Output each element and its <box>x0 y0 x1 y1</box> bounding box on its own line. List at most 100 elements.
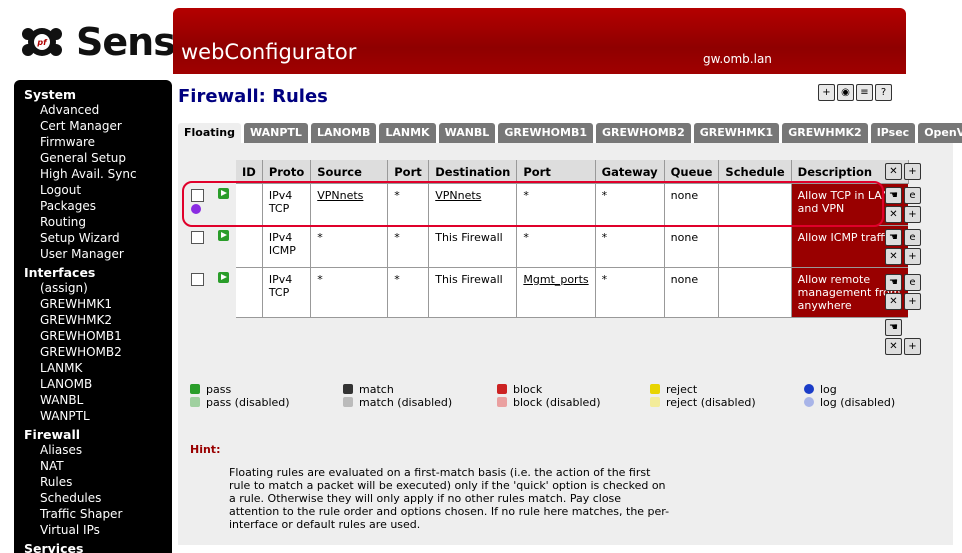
sidebar-item-assign[interactable]: (assign) <box>40 281 88 295</box>
move-rule-icon[interactable]: ☚ <box>885 274 902 291</box>
sidebar-item-grewhomb1[interactable]: GREWHOMB1 <box>40 329 122 343</box>
rule-id <box>236 225 263 268</box>
highlight-annotation <box>182 181 884 227</box>
tab-grewhomb1[interactable]: GREWHOMB1 <box>498 123 594 143</box>
add-widget-icon[interactable]: + <box>818 84 835 101</box>
app-title: webConfigurator <box>181 40 357 64</box>
col-queue: Queue <box>664 160 720 184</box>
match-disabled-icon <box>343 397 353 407</box>
sidebar-section-interfaces[interactable]: Interfaces <box>24 265 95 280</box>
move-rule-icon[interactable]: ☚ <box>885 187 902 204</box>
sidebar-item-traffic-shaper[interactable]: Traffic Shaper <box>40 507 122 521</box>
move-to-end-icon[interactable]: ☚ <box>885 319 902 336</box>
tab-lanmk[interactable]: LANMK <box>379 123 436 143</box>
rule-source: * <box>310 225 389 268</box>
tab-openvpn[interactable]: OpenVPN <box>918 123 962 143</box>
block-icon <box>497 384 507 394</box>
sidebar-item-setup-wizard[interactable]: Setup Wizard <box>40 231 120 245</box>
tab-floating[interactable]: Floating <box>178 123 241 144</box>
interface-tabs: Floating WANPTL LANOMB LANMK WANBL GREWH… <box>178 123 962 144</box>
col-destination: Destination <box>428 160 518 184</box>
sidebar-item-advanced[interactable]: Advanced <box>40 103 99 117</box>
legend-reject: reject <box>650 383 697 396</box>
reject-icon <box>650 384 660 394</box>
delete-selected-bottom-icon[interactable]: ✕ <box>885 338 902 355</box>
rule-destination: This Firewall <box>428 225 518 268</box>
add-rule-based-icon[interactable]: + <box>904 206 921 223</box>
sidebar-item-general-setup[interactable]: General Setup <box>40 151 126 165</box>
sidebar-item-packages[interactable]: Packages <box>40 199 96 213</box>
tab-grewhomb2[interactable]: GREWHOMB2 <box>596 123 691 143</box>
log-disabled-icon <box>804 397 814 407</box>
sidebar-item-logout[interactable]: Logout <box>40 183 81 197</box>
sidebar-item-nat[interactable]: NAT <box>40 459 64 473</box>
col-source: Source <box>310 160 389 184</box>
sidebar: System Advanced Cert Manager Firmware Ge… <box>14 80 172 553</box>
tab-wanbl[interactable]: WANBL <box>438 123 496 143</box>
delete-rule-icon[interactable]: ✕ <box>885 293 902 310</box>
move-rule-icon[interactable]: ☚ <box>885 229 902 246</box>
sidebar-item-lanmk[interactable]: LANMK <box>40 361 82 375</box>
sidebar-item-wanbl[interactable]: WANBL <box>40 393 83 407</box>
pass-icon <box>190 384 200 394</box>
status-icon[interactable]: ◉ <box>837 84 854 101</box>
delete-rule-icon[interactable]: ✕ <box>885 206 902 223</box>
sidebar-item-grewhomb2[interactable]: GREWHOMB2 <box>40 345 122 359</box>
sidebar-item-grewhmk2[interactable]: GREWHMK2 <box>40 313 112 327</box>
page-title: Firewall: Rules <box>178 86 328 107</box>
edit-rule-icon[interactable]: e <box>904 187 921 204</box>
edit-rule-icon[interactable]: e <box>904 274 921 291</box>
sidebar-item-lanomb[interactable]: LANOMB <box>40 377 92 391</box>
sidebar-section-firewall[interactable]: Firewall <box>24 427 80 442</box>
sidebar-item-user-manager[interactable]: User Manager <box>40 247 124 261</box>
tab-grewhmk1[interactable]: GREWHMK1 <box>693 123 780 143</box>
add-rule-based-icon[interactable]: + <box>904 293 921 310</box>
log-icon[interactable]: ≡ <box>856 84 873 101</box>
pfsense-logo: pf Sense <box>16 20 201 64</box>
sidebar-item-firmware[interactable]: Firmware <box>40 135 95 149</box>
hostname: gw.omb.lan <box>703 52 772 66</box>
rule-proto: IPv4 TCP <box>262 267 312 318</box>
delete-selected-icon[interactable]: ✕ <box>885 163 902 180</box>
edit-rule-icon[interactable]: e <box>904 229 921 246</box>
table-row[interactable]: IPv4 TCP * * This Firewall Mgmt_ports * … <box>236 267 909 318</box>
sidebar-section-system[interactable]: System <box>24 87 76 102</box>
sidebar-item-wanptl[interactable]: WANPTL <box>40 409 90 423</box>
legend-match-disabled: match (disabled) <box>343 396 452 409</box>
tab-ipsec[interactable]: IPsec <box>870 123 916 143</box>
rule-select-checkbox[interactable] <box>191 273 204 286</box>
rule-destination: This Firewall <box>428 267 518 318</box>
tab-lanomb[interactable]: LANOMB <box>310 123 377 143</box>
rule-schedule <box>718 225 792 268</box>
pass-rule-icon[interactable] <box>218 230 229 241</box>
add-rule-bottom-icon[interactable]: + <box>904 338 921 355</box>
pfsense-logo-mark-icon: pf <box>22 28 62 56</box>
sidebar-item-schedules[interactable]: Schedules <box>40 491 101 505</box>
table-row[interactable]: IPv4 ICMP * * This Firewall * * none All… <box>236 225 909 268</box>
sidebar-item-high-avail-sync[interactable]: High Avail. Sync <box>40 167 137 181</box>
rule-destination-port-link[interactable]: Mgmt_ports <box>516 267 596 318</box>
log-icon <box>804 384 814 394</box>
rule-source-port: * <box>387 225 430 268</box>
legend-match: match <box>343 383 394 396</box>
tab-wanptl[interactable]: WANPTL <box>244 123 308 143</box>
sidebar-item-grewhmk1[interactable]: GREWHMK1 <box>40 297 112 311</box>
sidebar-section-services[interactable]: Services <box>24 541 83 553</box>
rule-select-checkbox[interactable] <box>191 231 204 244</box>
delete-rule-icon[interactable]: ✕ <box>885 248 902 265</box>
add-rule-icon[interactable]: + <box>904 163 921 180</box>
hint-text: Floating rules are evaluated on a first-… <box>229 466 670 531</box>
add-rule-based-icon[interactable]: + <box>904 248 921 265</box>
sidebar-item-routing[interactable]: Routing <box>40 215 86 229</box>
pass-rule-icon[interactable] <box>218 272 229 283</box>
tab-grewhmk2[interactable]: GREWHMK2 <box>782 123 868 143</box>
help-icon[interactable]: ? <box>875 84 892 101</box>
legend-log-disabled: log (disabled) <box>804 396 895 409</box>
rule-gateway: * <box>595 225 665 268</box>
sidebar-item-virtual-ips[interactable]: Virtual IPs <box>40 523 100 537</box>
col-source-port: Port <box>387 160 430 184</box>
col-gateway: Gateway <box>595 160 665 184</box>
sidebar-item-rules[interactable]: Rules <box>40 475 72 489</box>
sidebar-item-aliases[interactable]: Aliases <box>40 443 82 457</box>
sidebar-item-cert-manager[interactable]: Cert Manager <box>40 119 122 133</box>
